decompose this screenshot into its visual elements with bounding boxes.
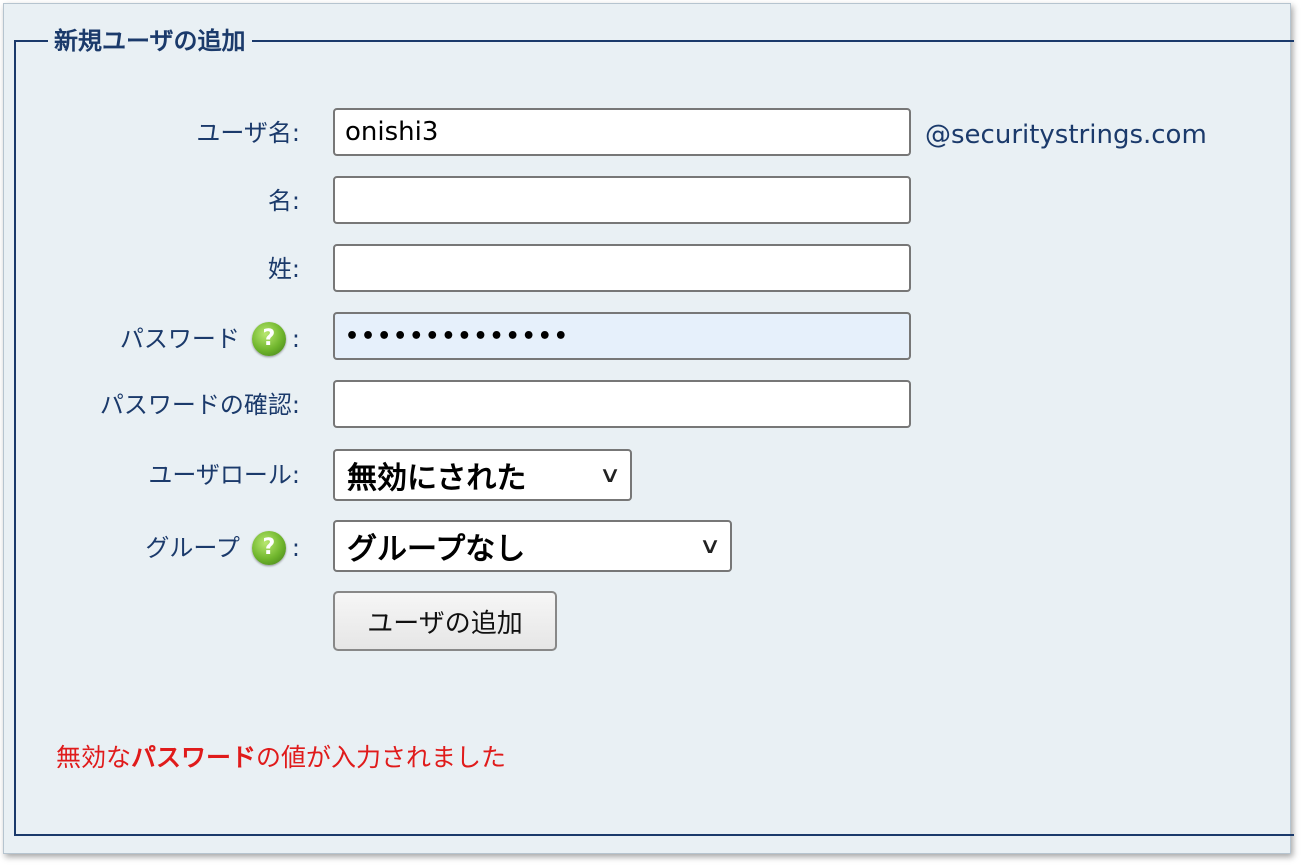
group-select[interactable]: グループなし ∨	[333, 520, 732, 572]
first-name-input[interactable]	[333, 176, 911, 224]
username-input[interactable]	[333, 108, 911, 156]
group-label: グループ ? :	[145, 531, 300, 565]
user-role-label: ユーザロール:	[148, 461, 300, 489]
add-user-panel: 新規ユーザの追加 ユーザ名: @securitystrings.com 名: 姓…	[3, 3, 1294, 854]
chevron-down-icon: ∨	[698, 533, 722, 559]
user-role-select[interactable]: 無効にされた ∨	[333, 449, 632, 501]
password-confirm-label: パスワードの確認:	[99, 391, 300, 419]
first-name-label: 名:	[267, 187, 300, 215]
help-icon[interactable]: ?	[251, 322, 286, 356]
username-label: ユーザ名:	[196, 119, 300, 147]
add-user-button[interactable]: ユーザの追加	[333, 591, 557, 651]
password-input[interactable]	[333, 312, 911, 360]
last-name-input[interactable]	[333, 244, 911, 292]
error-message: 無効なパスワードの値が入力されました	[56, 743, 507, 772]
last-name-label: 姓:	[267, 255, 300, 283]
chevron-down-icon: ∨	[598, 462, 622, 488]
password-confirm-input[interactable]	[333, 380, 911, 428]
password-label: パスワード ? :	[120, 322, 300, 356]
email-domain: @securitystrings.com	[925, 120, 1207, 150]
form-fieldset	[14, 40, 1294, 836]
help-icon[interactable]: ?	[251, 531, 286, 565]
form-legend: 新規ユーザの追加	[48, 24, 252, 58]
